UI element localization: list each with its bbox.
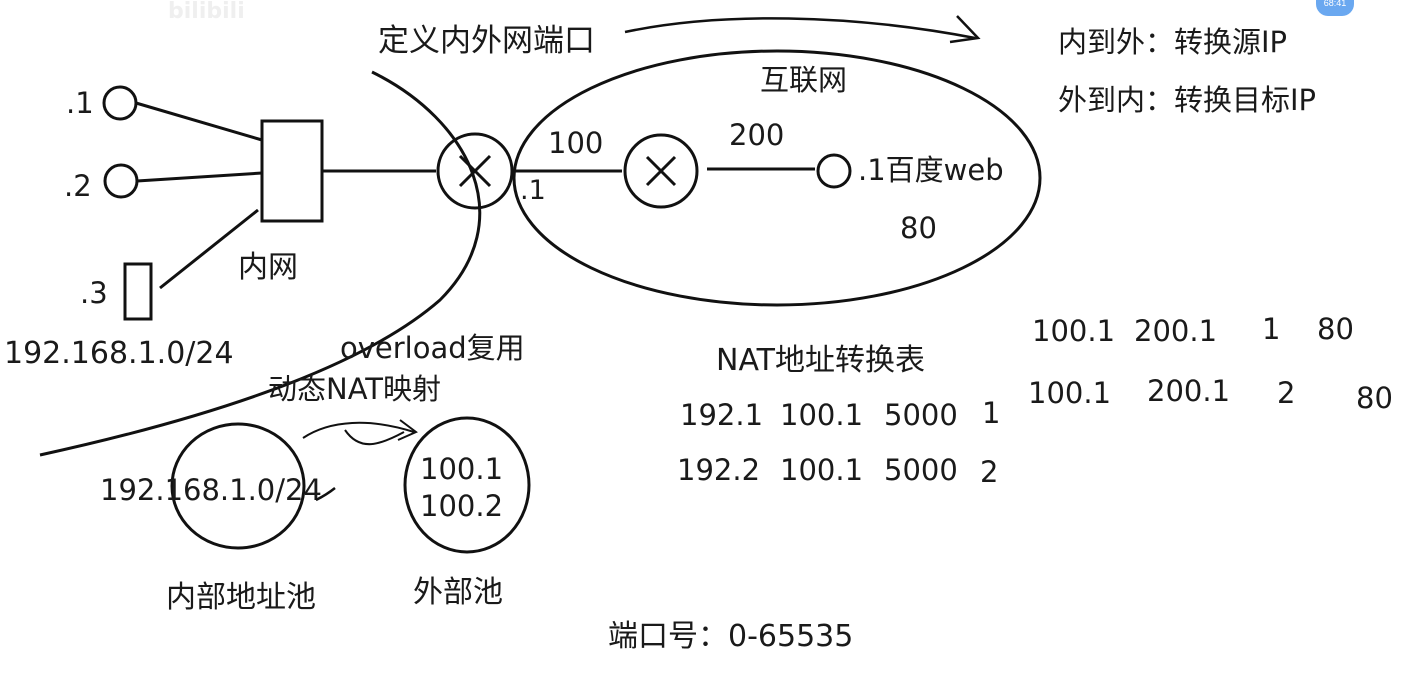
subnet-label: 192.168.1.0/24 [4,336,234,371]
outside-table-row: 100.1 200.1 1 80 [1032,312,1354,348]
nat-table-cell: 5000 [884,453,958,487]
rule-in-out: 内到外：转换源IP [1058,25,1287,59]
outside-table-cell: 80 [1356,381,1393,415]
pool-mapping-arrow [302,421,415,446]
dynamic-nat-label: 动态NAT映射 [268,372,441,406]
outside-table-cell: 80 [1317,312,1354,346]
server-port-label: 80 [900,211,937,245]
rule-out-in: 外到内：转换目标IP [1058,83,1316,117]
switch-node [260,119,324,223]
nat-table-cell: 192.1 [680,398,763,432]
external-pool-label: 外部池 [413,575,503,610]
outside-table-cell: 1 [1262,312,1280,346]
server-label: .1百度web [858,153,1004,187]
internal-pool-label: 内部地址池 [166,580,316,615]
host-2-node [103,163,139,199]
overload-label: overload复用 [340,331,525,365]
outside-table-cell: 100.1 [1028,376,1111,410]
timer-badge: 68:41 [1316,0,1354,16]
nat-table-cell: 100.1 [780,453,863,487]
nat-table-row: 192.1 100.1 5000 1 [680,396,1000,432]
intranet-label: 内网 [238,250,298,285]
host-3-node [123,262,153,321]
external-pool-ip-1: 100.1 [420,452,503,486]
host-1-label: .1 [66,86,94,120]
internal-pool-subnet: 192.168.1.0/24 [100,473,322,507]
link-100-label: 100 [548,126,603,160]
outside-table-row: 100.1 200.1 2 80 [1028,374,1393,415]
define-ports-arrow [624,17,976,40]
nat-table-row: 192.2 100.1 5000 2 [677,453,998,489]
define-ports-arrowhead [949,15,981,44]
port-range-label: 端口号：0-65535 [608,619,853,654]
define-ports-label: 定义内外网端口 [378,23,595,59]
outside-table-cell: 200.1 [1147,374,1230,408]
nat-table-cell: 5000 [884,398,958,432]
external-pool-ip-2: 100.2 [420,489,503,523]
internet-label: 互联网 [760,63,847,97]
outside-table-cell: 200.1 [1134,314,1217,348]
router-inside-ip-label: .1 [520,175,546,206]
link-host2-switch [136,171,263,183]
host-3-label: .3 [80,276,108,310]
host-2-label: .2 [64,169,92,203]
nat-table-cell: 192.2 [677,453,760,487]
server-node [816,153,852,189]
nat-table-cell: 100.1 [780,398,863,432]
outside-table-cell: 100.1 [1032,314,1115,348]
nat-table-cell: 1 [982,396,1000,430]
host-1-node [102,85,138,121]
nat-table-cell: 2 [980,455,998,489]
link-host1-switch [135,101,263,142]
nat-table-title: NAT地址转换表 [716,343,925,378]
link-200-label: 200 [729,118,784,152]
watermark-logo: bilibili [168,0,245,24]
nat-diagram: bilibili .1 .2 .3 内网 192.168.1.0/24 .1 互… [4,0,1393,654]
outside-table-cell: 2 [1277,376,1295,410]
